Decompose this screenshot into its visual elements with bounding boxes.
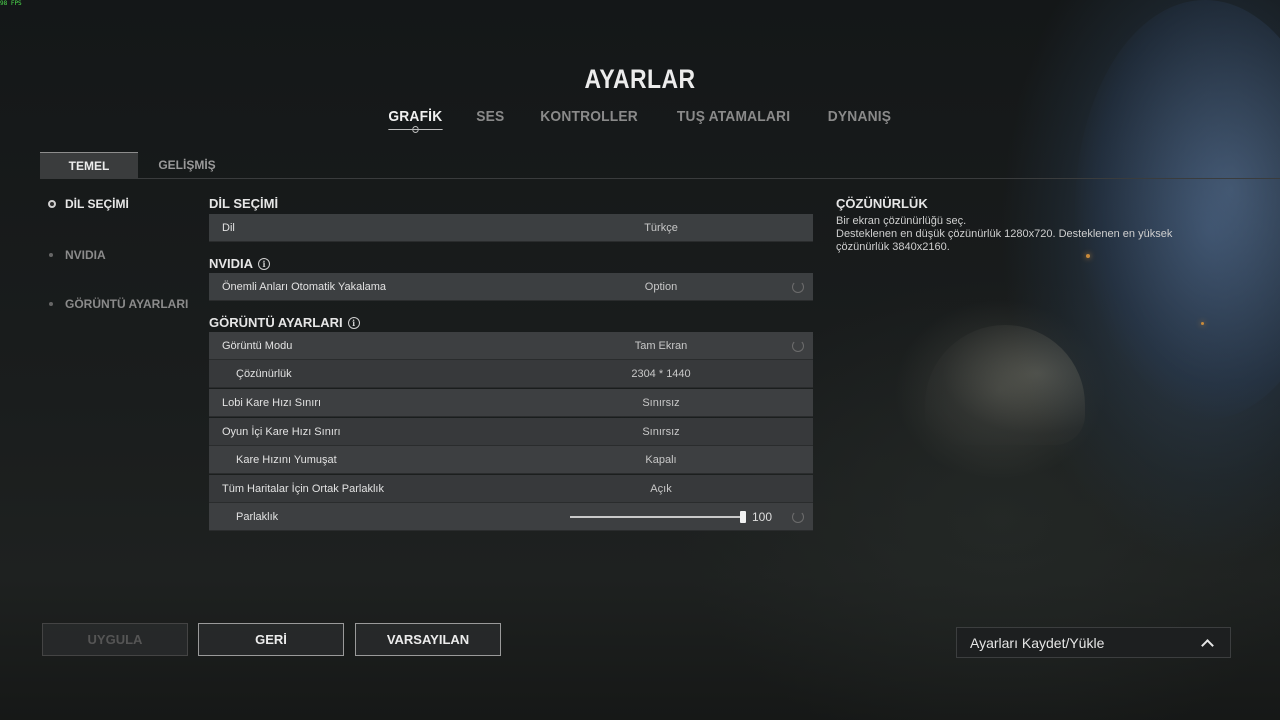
setting-label: Oyun İçi Kare Hızı Sınırı — [222, 426, 341, 438]
preset-dropdown[interactable]: Ayarları Kaydet/Yükle — [956, 627, 1231, 658]
info-panel-text: Desteklenen en düşük çözünürlük 1280x720… — [836, 228, 1173, 253]
sidebar-item-nvidia[interactable]: NVIDIA — [48, 247, 106, 263]
tab-dynanis[interactable]: DYNANIŞ — [814, 108, 905, 125]
setting-label: Kare Hızını Yumuşat — [236, 454, 337, 466]
section-heading-text: DİL SEÇİMİ — [209, 196, 279, 211]
tab-grafik[interactable]: GRAFİK — [375, 108, 457, 133]
divider — [40, 178, 1280, 179]
brightness-value: 100 — [752, 510, 773, 524]
info-icon[interactable]: i — [258, 257, 271, 270]
setting-value[interactable]: Türkçe — [569, 214, 753, 242]
sidebar-item-label: GÖRÜNTÜ AYARLARI — [65, 297, 189, 311]
setting-value[interactable]: Sınırsız — [569, 389, 753, 417]
sub-tabs: TEMEL GELİŞMİŞ — [40, 152, 236, 179]
setting-row-cozunurluk[interactable]: Çözünürlük 2304 * 1440 — [209, 360, 813, 388]
setting-label: Lobi Kare Hızı Sınırı — [222, 397, 322, 409]
section-heading-language: DİL SEÇİMİ — [209, 196, 278, 211]
info-icon[interactable]: i — [347, 316, 360, 329]
reset-icon[interactable] — [792, 281, 804, 293]
setting-value[interactable]: Sınırsız — [569, 418, 753, 446]
reset-icon[interactable] — [792, 340, 804, 352]
chevron-up-icon — [1201, 639, 1214, 652]
setting-row-lobi-kare-hizi[interactable]: Lobi Kare Hızı Sınırı Sınırsız — [209, 389, 813, 417]
setting-row-oyun-ici-kare-hizi[interactable]: Oyun İçi Kare Hızı Sınırı Sınırsız — [209, 418, 813, 446]
back-button[interactable]: GERİ — [198, 623, 344, 656]
sidebar-item-label: DİL SEÇİMİ — [65, 197, 129, 211]
setting-label: Görüntü Modu — [222, 340, 293, 352]
info-panel-text: Bir ekran çözünürlüğü seç. — [836, 215, 967, 227]
subtab-gelismis[interactable]: GELİŞMİŞ — [138, 152, 236, 179]
fps-counter: 98 FPS — [0, 0, 22, 7]
setting-label: Parlaklık — [236, 511, 279, 523]
section-heading-text: GÖRÜNTÜ AYARLARI — [209, 315, 343, 330]
section-heading-display: GÖRÜNTÜ AYARLARI i — [209, 315, 360, 330]
setting-value[interactable]: Option — [569, 273, 753, 301]
setting-row-parlaklik[interactable]: Parlaklık 100 — [209, 503, 813, 531]
tab-tus-atamalari[interactable]: TUŞ ATAMALARI — [663, 108, 804, 125]
info-panel: ÇÖZÜNÜRLÜK Bir ekran çözünürlüğü seç. De… — [836, 196, 1196, 254]
background-spark — [1201, 322, 1204, 325]
sidebar-item-dil-secimi[interactable]: DİL SEÇİMİ — [48, 196, 129, 212]
radio-dot-icon — [48, 200, 56, 208]
brightness-slider-track[interactable] — [570, 516, 744, 518]
section-heading-nvidia: NVIDIA i — [209, 256, 271, 271]
setting-row-dil[interactable]: Dil Türkçe — [209, 214, 813, 242]
setting-label: Tüm Haritalar İçin Ortak Parlaklık — [222, 483, 384, 495]
setting-row-kare-hizini-yumusat[interactable]: Kare Hızını Yumuşat Kapalı — [209, 446, 813, 474]
top-nav: GRAFİK SES KONTROLLER TUŞ ATAMALARI DYNA… — [0, 108, 1280, 133]
setting-value[interactable]: 2304 * 1440 — [569, 360, 753, 388]
setting-row-onemli-anlar[interactable]: Önemli Anları Otomatik Yakalama Option — [209, 273, 813, 301]
subtab-temel[interactable]: TEMEL — [40, 152, 138, 179]
brightness-slider-thumb[interactable] — [740, 511, 746, 523]
setting-row-goruntu-modu[interactable]: Görüntü Modu Tam Ekran — [209, 332, 813, 360]
default-button[interactable]: VARSAYILAN — [355, 623, 501, 656]
bullet-dot-icon — [49, 253, 53, 257]
page-title: AYARLAR — [584, 64, 696, 94]
setting-label: Dil — [222, 222, 235, 234]
bullet-dot-icon — [49, 302, 53, 306]
setting-label: Önemli Anları Otomatik Yakalama — [222, 281, 387, 293]
background-helmet — [925, 325, 1085, 445]
reset-icon[interactable] — [792, 511, 804, 523]
setting-value[interactable]: Kapalı — [569, 446, 753, 474]
background-spark — [1086, 254, 1090, 258]
setting-label: Çözünürlük — [236, 368, 292, 380]
setting-row-ortak-parlaklik[interactable]: Tüm Haritalar İçin Ortak Parlaklık Açık — [209, 475, 813, 503]
tab-kontroller[interactable]: KONTROLLER — [526, 108, 651, 125]
sidebar-item-label: NVIDIA — [65, 248, 106, 262]
setting-value[interactable]: Açık — [569, 475, 753, 503]
apply-button[interactable]: UYGULA — [42, 623, 188, 656]
section-heading-text: NVIDIA — [209, 256, 254, 271]
preset-dropdown-label: Ayarları Kaydet/Yükle — [970, 635, 1105, 651]
tab-ses[interactable]: SES — [462, 108, 518, 125]
info-panel-heading: ÇÖZÜNÜRLÜK — [836, 196, 928, 211]
sidebar-item-goruntu-ayarlari[interactable]: GÖRÜNTÜ AYARLARI — [48, 296, 188, 312]
setting-value[interactable]: Tam Ekran — [569, 332, 753, 360]
